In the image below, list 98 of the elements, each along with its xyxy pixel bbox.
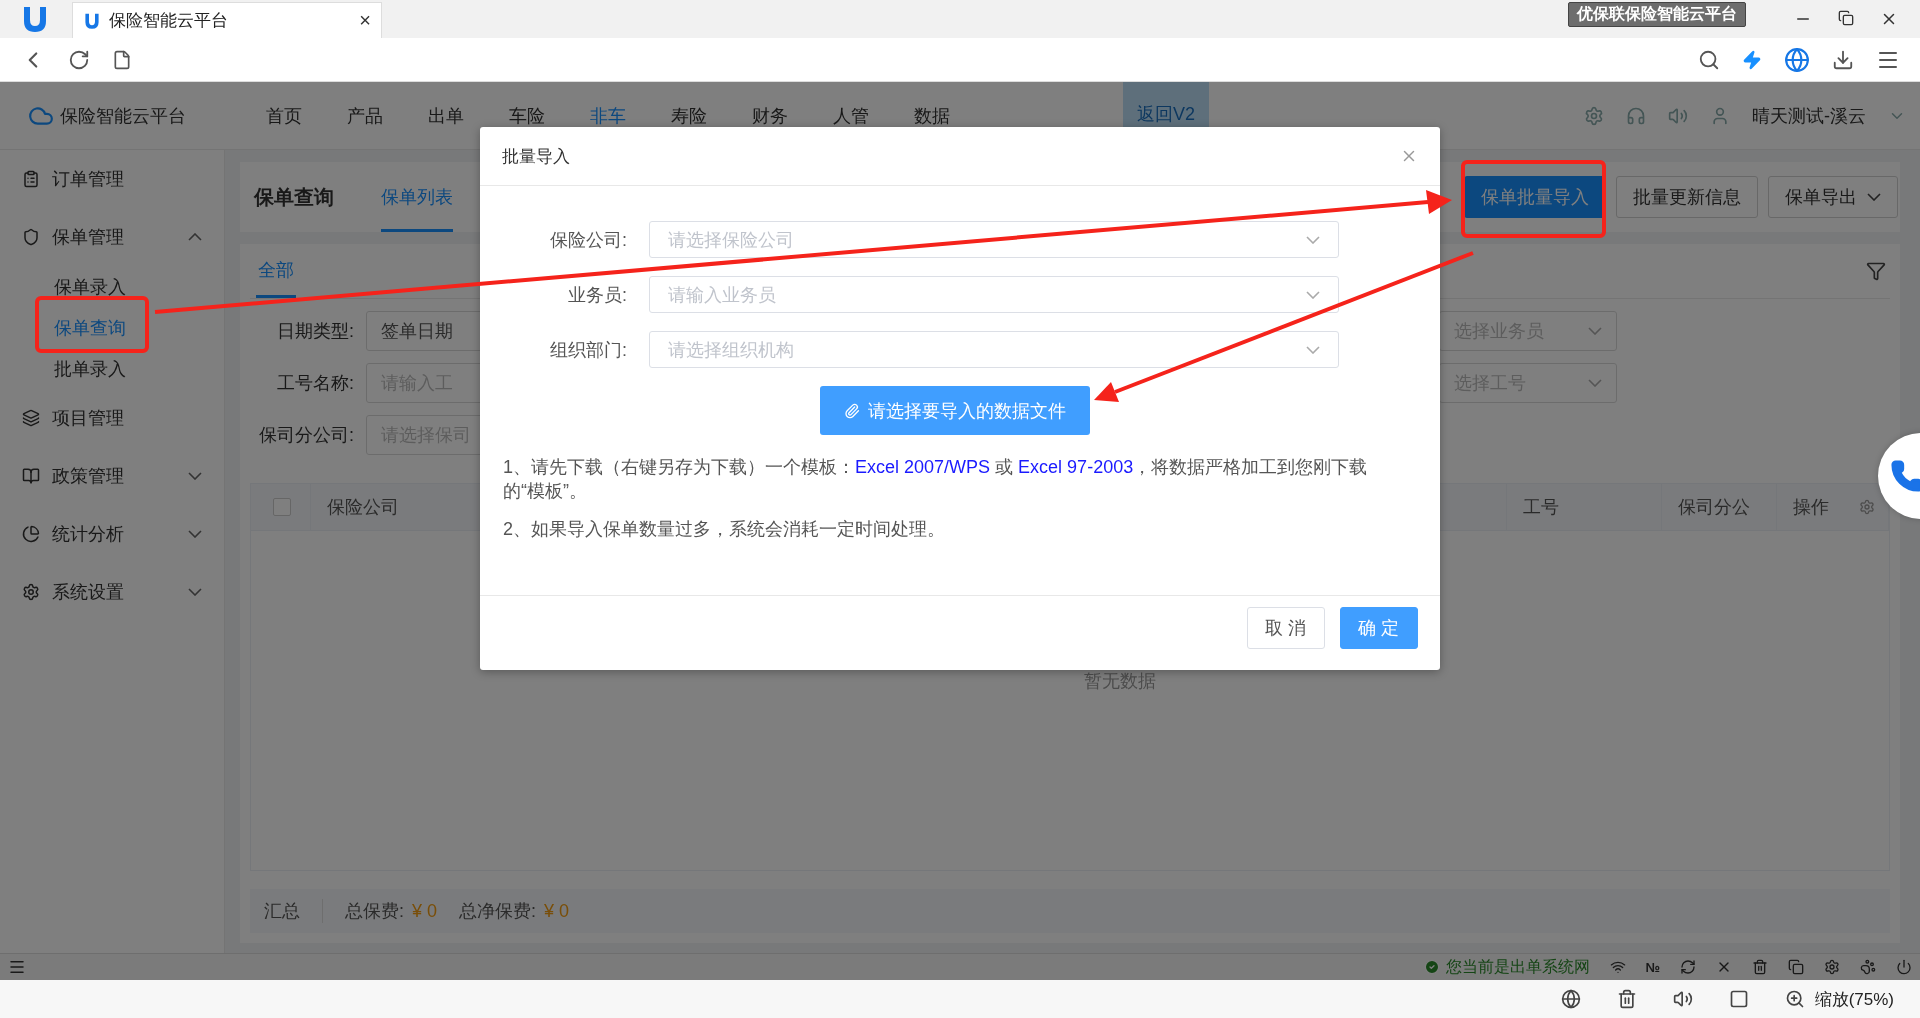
layers-icon	[22, 409, 40, 427]
column-header: 工号	[1523, 496, 1559, 519]
window-icon[interactable]	[1728, 989, 1749, 1009]
sidebar-item[interactable]: 系统设置	[0, 563, 224, 621]
tab-close-button[interactable]: ×	[359, 9, 371, 32]
chevron-down-icon	[188, 530, 202, 538]
dialog-title: 批量导入	[502, 145, 570, 168]
filter-label: 工号名称:	[276, 372, 355, 395]
nav-item[interactable]: 非车	[590, 103, 671, 128]
sidebar-item[interactable]: 项目管理	[0, 389, 224, 447]
field-label: 保险公司:	[549, 228, 628, 252]
sidebar-item[interactable]: 订单管理	[0, 150, 224, 208]
download-icon[interactable]	[1832, 48, 1854, 71]
nav-item[interactable]: 寿险	[671, 103, 752, 128]
field-label: 业务员:	[567, 283, 628, 307]
zoom-level[interactable]: 缩放(75%)	[1814, 987, 1894, 1011]
filter-label: 日期类型:	[276, 320, 355, 343]
confirm-button[interactable]: 确 定	[1340, 607, 1418, 649]
page-title: 保单查询	[254, 184, 335, 210]
brand-name: 保险智能云平台	[60, 104, 187, 128]
sidebar-subitem[interactable]: 保单查询	[0, 307, 224, 348]
chevron-down-icon	[1588, 379, 1602, 387]
action-button[interactable]: 批量更新信息	[1616, 176, 1758, 218]
filter-label: 保司分公司:	[258, 424, 355, 447]
filter-icon[interactable]	[1866, 261, 1886, 281]
sidebar-subitem[interactable]: 批单录入	[0, 348, 224, 389]
summary-value: ¥ 0	[412, 900, 438, 922]
summary-value: ¥ 0	[544, 900, 570, 922]
chevron-down-icon	[188, 472, 202, 480]
column-header: 保险公司	[327, 496, 399, 519]
nav-item[interactable]: 车险	[509, 103, 590, 128]
filter-tab[interactable]: 全部	[256, 244, 296, 298]
book-icon	[22, 467, 40, 485]
caret-icon	[1867, 193, 1881, 201]
nav-item[interactable]: 产品	[347, 103, 428, 128]
trash-icon[interactable]	[1616, 989, 1637, 1009]
template-link[interactable]: Excel 2007/WPS	[855, 457, 991, 477]
lightning-icon[interactable]	[1742, 49, 1762, 70]
browser-icon[interactable]	[1560, 989, 1581, 1009]
check-icon	[1423, 959, 1440, 975]
paw-icon[interactable]	[1860, 959, 1876, 975]
sidebar-item[interactable]: 统计分析	[0, 505, 224, 563]
app-badge: 优保联保险智能云平台	[1568, 2, 1746, 27]
nav-item[interactable]: 数据	[914, 103, 995, 128]
nav-item[interactable]: 出单	[428, 103, 509, 128]
summary-item-label: 总净保费:	[459, 900, 537, 923]
zoom-in-icon[interactable]	[1784, 989, 1805, 1009]
site-logo-icon	[83, 11, 101, 30]
action-button[interactable]: 保单导出	[1768, 176, 1898, 218]
select-all-checkbox[interactable]	[273, 498, 291, 516]
browser-tab[interactable]: 保险智能云平台 ×	[72, 2, 382, 38]
summary-label: 汇总	[264, 900, 300, 923]
tab-title: 保险智能云平台	[109, 10, 229, 32]
user-icon	[1710, 105, 1730, 126]
nav-item[interactable]: 首页	[266, 103, 347, 128]
reload-icon[interactable]	[68, 48, 90, 71]
instruction-text: 2、如果导入保单数量过多，系统会消耗一定时间处理。	[503, 518, 946, 541]
sidebar-subitem[interactable]: 保单录入	[0, 266, 224, 307]
nav-item[interactable]: 财务	[752, 103, 833, 128]
settings-icon	[22, 583, 40, 601]
template-link[interactable]: Excel 97-2003	[1018, 457, 1134, 477]
number-button[interactable]: №	[1645, 959, 1660, 975]
phone-icon	[1890, 459, 1920, 493]
speaker-icon[interactable]	[1672, 989, 1693, 1009]
chevron-up-icon	[188, 233, 202, 241]
upload-button[interactable]: 请选择要导入的数据文件	[819, 386, 1090, 435]
browser-icon[interactable]	[1784, 46, 1810, 73]
wifi-icon	[1609, 959, 1626, 975]
menu-icon[interactable]	[8, 958, 26, 976]
paperclip-icon	[843, 402, 860, 419]
power-icon[interactable]	[1896, 959, 1912, 975]
column-header: 操作	[1793, 496, 1829, 519]
page-icon	[112, 49, 132, 70]
user-name[interactable]: 晴天测试-溪云	[1752, 103, 1866, 128]
chevron-down-icon	[1306, 235, 1320, 244]
search-icon[interactable]	[1698, 48, 1720, 71]
chevron-down-icon	[188, 588, 202, 596]
clipboard-icon	[22, 170, 40, 188]
trash-icon[interactable]	[1752, 959, 1768, 975]
sidebar-item[interactable]: 保单管理	[0, 208, 224, 266]
chevron-down-icon	[1588, 327, 1602, 335]
field-label: 组织部门:	[549, 338, 628, 362]
pie-chart-icon	[22, 525, 40, 543]
chevron-down-icon	[1306, 345, 1320, 354]
restore-icon[interactable]	[1838, 10, 1854, 26]
instruction-text: 1、请先下载（右键另存为下载）一个模板：Excel 2007/WPS 或 Excel 97-2003，将数据严格加工到您刚下载的“模板”。	[503, 456, 1369, 503]
network-status: 您当前是出单系统网	[1445, 956, 1590, 977]
summary-item-label: 总保费:	[345, 900, 404, 923]
shield-icon	[22, 228, 40, 246]
nav-item[interactable]: 人管	[833, 103, 914, 128]
page-tab[interactable]: 保单列表	[381, 162, 453, 232]
column-header: 保司分公	[1678, 496, 1750, 519]
refresh-icon[interactable]	[1680, 959, 1696, 975]
sidebar-item[interactable]: 政策管理	[0, 447, 224, 505]
cancel-button[interactable]: 取 消	[1247, 607, 1325, 649]
copy-icon[interactable]	[1788, 959, 1804, 975]
settings-icon[interactable]	[1824, 959, 1840, 975]
chevron-down-icon	[1306, 290, 1320, 299]
